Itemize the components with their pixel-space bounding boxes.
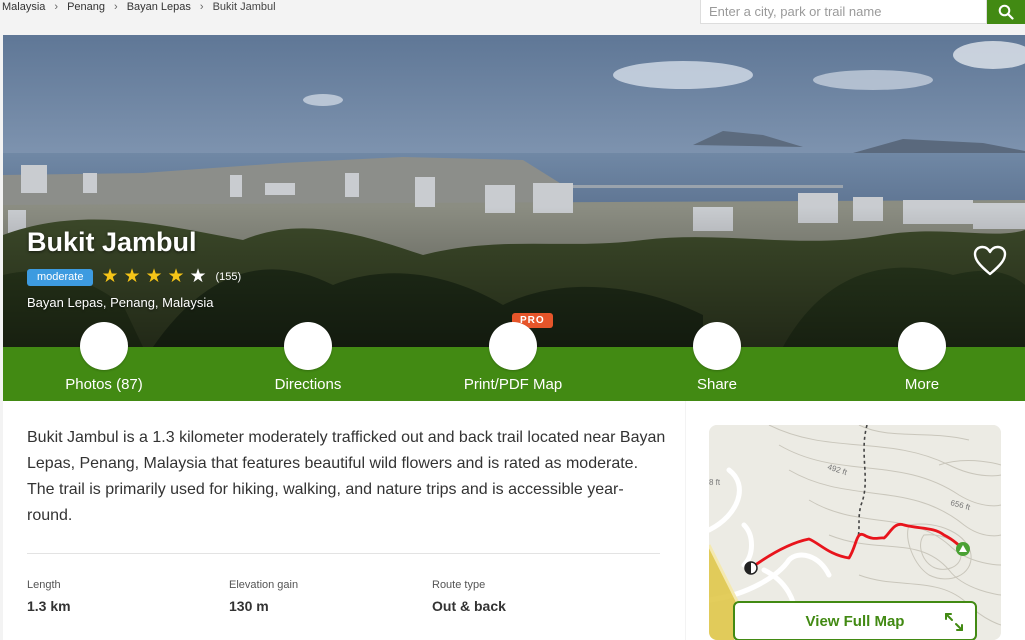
- trail-description: Bukit Jambul is a 1.3 kilometer moderate…: [27, 429, 666, 524]
- rating-row: moderate ★ ★ ★ ★ ★ (155): [27, 266, 241, 287]
- breadcrumb-separator: ›: [114, 1, 118, 13]
- star-empty-icon: ★: [189, 266, 207, 287]
- stat-label: Length: [27, 579, 61, 591]
- stat-elevation-gain: Elevation gain 130 m: [229, 579, 298, 614]
- stat-label: Elevation gain: [229, 579, 299, 591]
- trail-map[interactable]: 492 ft 656 ft 8 ft View Full Map: [709, 425, 1001, 640]
- print-icon: [489, 322, 537, 370]
- stat-route-type: Route type Out & back: [432, 579, 506, 614]
- action-directions[interactable]: Directions: [228, 322, 388, 393]
- more-icon: [898, 322, 946, 370]
- top-bar: Malaysia › Penang › Bayan Lepas › Bukit …: [0, 0, 1025, 34]
- expand-icon: [945, 613, 963, 631]
- search-input[interactable]: [700, 0, 988, 24]
- stat-length: Length 1.3 km: [27, 579, 71, 614]
- breadcrumb-item-state[interactable]: Penang: [67, 1, 105, 13]
- action-label: Photos (87): [65, 376, 143, 393]
- breadcrumb-separator: ›: [54, 1, 59, 13]
- heart-icon[interactable]: [973, 245, 1007, 277]
- difficulty-badge: moderate: [27, 268, 94, 286]
- trail-overview: Bukit Jambul is a 1.3 kilometer moderate…: [3, 401, 685, 640]
- star-icon: ★: [123, 266, 141, 287]
- hero-banner: Bukit Jambul moderate ★ ★ ★ ★ ★ (155) Ba…: [3, 35, 1025, 347]
- action-bar: Photos (87) Directions Print/PDF Map Sha…: [3, 322, 1025, 401]
- star-icon: ★: [167, 266, 185, 287]
- trail-title: Bukit Jambul: [27, 227, 197, 257]
- star-icon: ★: [101, 266, 119, 287]
- divider: [27, 553, 660, 554]
- sidebar: 492 ft 656 ft 8 ft View Full Map: [686, 401, 1025, 640]
- search-button[interactable]: [987, 0, 1025, 24]
- star-rating[interactable]: ★ ★ ★ ★ ★: [101, 266, 211, 287]
- review-count[interactable]: (155): [215, 271, 241, 283]
- action-label: Share: [696, 376, 738, 393]
- action-share[interactable]: Share: [637, 322, 797, 393]
- breadcrumb-item-city[interactable]: Bayan Lepas: [127, 1, 191, 13]
- breadcrumb-item-country[interactable]: Malaysia: [2, 1, 45, 13]
- stat-value: 130 m: [229, 598, 269, 614]
- breadcrumb-separator: ›: [199, 1, 204, 13]
- search-bar: [700, 0, 1025, 24]
- directions-icon: [284, 322, 332, 370]
- trail-location: Bayan Lepas, Penang, Malaysia: [27, 295, 214, 310]
- breadcrumb-item-current: Bukit Jambul: [212, 1, 276, 13]
- action-label: More: [904, 376, 940, 393]
- breadcrumb: Malaysia › Penang › Bayan Lepas › Bukit …: [2, 0, 276, 14]
- action-label: Print/PDF Map: [463, 376, 563, 393]
- photos-icon: [80, 322, 128, 370]
- stat-value: Out & back: [432, 598, 506, 614]
- contour-label: 8 ft: [709, 478, 721, 487]
- action-label: Directions: [274, 376, 342, 393]
- action-more[interactable]: More: [842, 322, 1002, 393]
- search-icon: [998, 4, 1014, 20]
- star-icon: ★: [145, 266, 163, 287]
- action-print-map[interactable]: Print/PDF Map: [433, 322, 593, 393]
- view-full-map-label: View Full Map: [805, 612, 905, 630]
- stat-value: 1.3 km: [27, 598, 71, 614]
- action-photos[interactable]: Photos (87): [24, 322, 184, 393]
- view-full-map-button[interactable]: View Full Map: [733, 601, 977, 640]
- share-icon: [693, 322, 741, 370]
- stat-label: Route type: [432, 579, 486, 591]
